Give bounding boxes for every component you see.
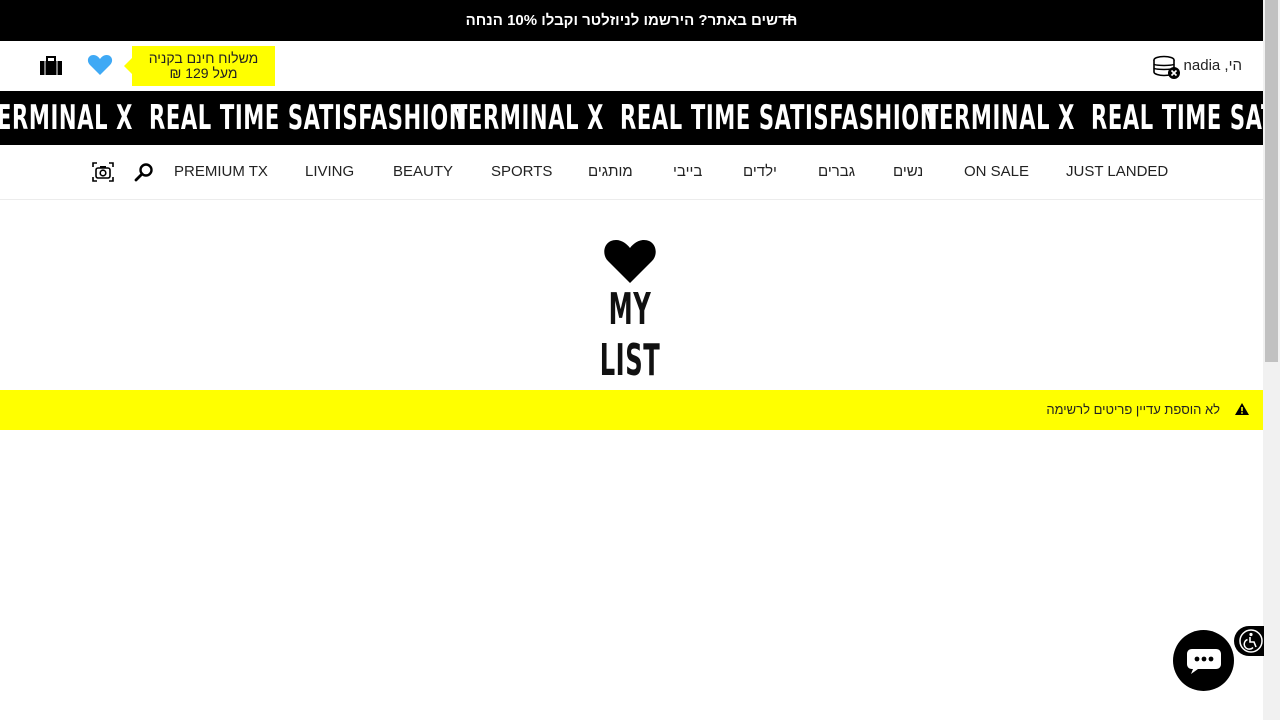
nav-item-women[interactable]: נשים [893,163,923,180]
marquee-item: REAL TIME SATISFASHION [620,98,937,138]
free-shipping-badge: משלוח חינם בקניה מעל 129 ₪ [124,46,275,86]
marquee-item: TERMINAL X [924,98,1091,138]
nav-item-baby[interactable]: בייבי [673,163,702,180]
shipping-line-1: משלוח חינם בקניה [148,50,259,66]
nav-item-brands[interactable]: מותגים [588,163,633,180]
marquee-item: TERMINAL X [0,98,149,138]
camera-icon[interactable] [91,160,115,184]
scrollbar-thumb[interactable] [1265,0,1278,362]
marquee-item-text: TERMINAL X [924,98,1076,138]
promo-text[interactable]: חדשים באתר? הירשמו לניוזלטר וקבלו 10% הנ… [466,12,798,29]
warning-icon [1235,403,1249,415]
heart-icon[interactable] [87,53,113,77]
site-header: משלוח חינם בקניה מעל 129 ₪ הי, nadia [0,41,1263,91]
notice-text: לא הוספת עדיין פריטים לרשימה [1046,402,1220,417]
empty-list-notice: לא הוספת עדיין פריטים לרשימה [0,390,1263,430]
user-greeting[interactable]: הי, nadia [1184,57,1242,74]
shopping-bag-icon[interactable] [39,56,63,76]
nav-item-beauty[interactable]: BEAUTY [393,163,453,180]
marquee-item-text: TERMINAL X [0,98,134,138]
promo-expand-button[interactable]: + [783,9,799,31]
nav-item-living[interactable]: LIVING [305,163,354,180]
nav-item-men[interactable]: גברים [818,163,855,180]
marquee-item: REAL TIME SATISFASHION [149,98,466,138]
nav-item-just-landed[interactable]: JUST LANDED [1066,163,1168,180]
scrollbar[interactable] [1263,0,1280,720]
accessibility-icon [1239,629,1263,653]
page-title: MY LIST [599,284,661,386]
nav-item-on-sale[interactable]: ON SALE [964,163,1029,180]
nav-item-kids[interactable]: ילדים [743,163,777,180]
marquee-item: REAL TIME SATISFASHION [1091,98,1263,138]
marquee-item-text: REAL TIME SATISFASHION [620,98,939,138]
marquee-track: TERMINAL XREAL TIME SATISFASHIONTERMINAL… [0,91,1263,145]
nav-item-sports[interactable]: SPORTS [491,163,552,180]
main-nav: JUST LANDED ON SALE נשים גברים ילדים ביי… [0,145,1263,200]
brand-marquee: TERMINAL XREAL TIME SATISFASHIONTERMINAL… [0,91,1263,145]
marquee-item-text: REAL TIME SATISFASHION [1091,98,1263,138]
nav-item-premium-tx[interactable]: PREMIUM TX [174,163,268,180]
chat-button[interactable] [1173,630,1234,691]
promo-bar: חדשים באתר? הירשמו לניוזלטר וקבלו 10% הנ… [0,0,1263,41]
chat-icon [1186,648,1221,674]
my-list-heart-icon [604,240,656,283]
marquee-item: TERMINAL X [453,98,620,138]
shipping-line-2: מעל 129 ₪ [169,65,238,81]
accessibility-button[interactable] [1234,626,1264,656]
coins-icon[interactable] [1152,54,1182,80]
search-icon[interactable] [134,162,154,182]
marquee-item-text: REAL TIME SATISFASHION [149,98,468,138]
marquee-item-text: TERMINAL X [453,98,605,138]
